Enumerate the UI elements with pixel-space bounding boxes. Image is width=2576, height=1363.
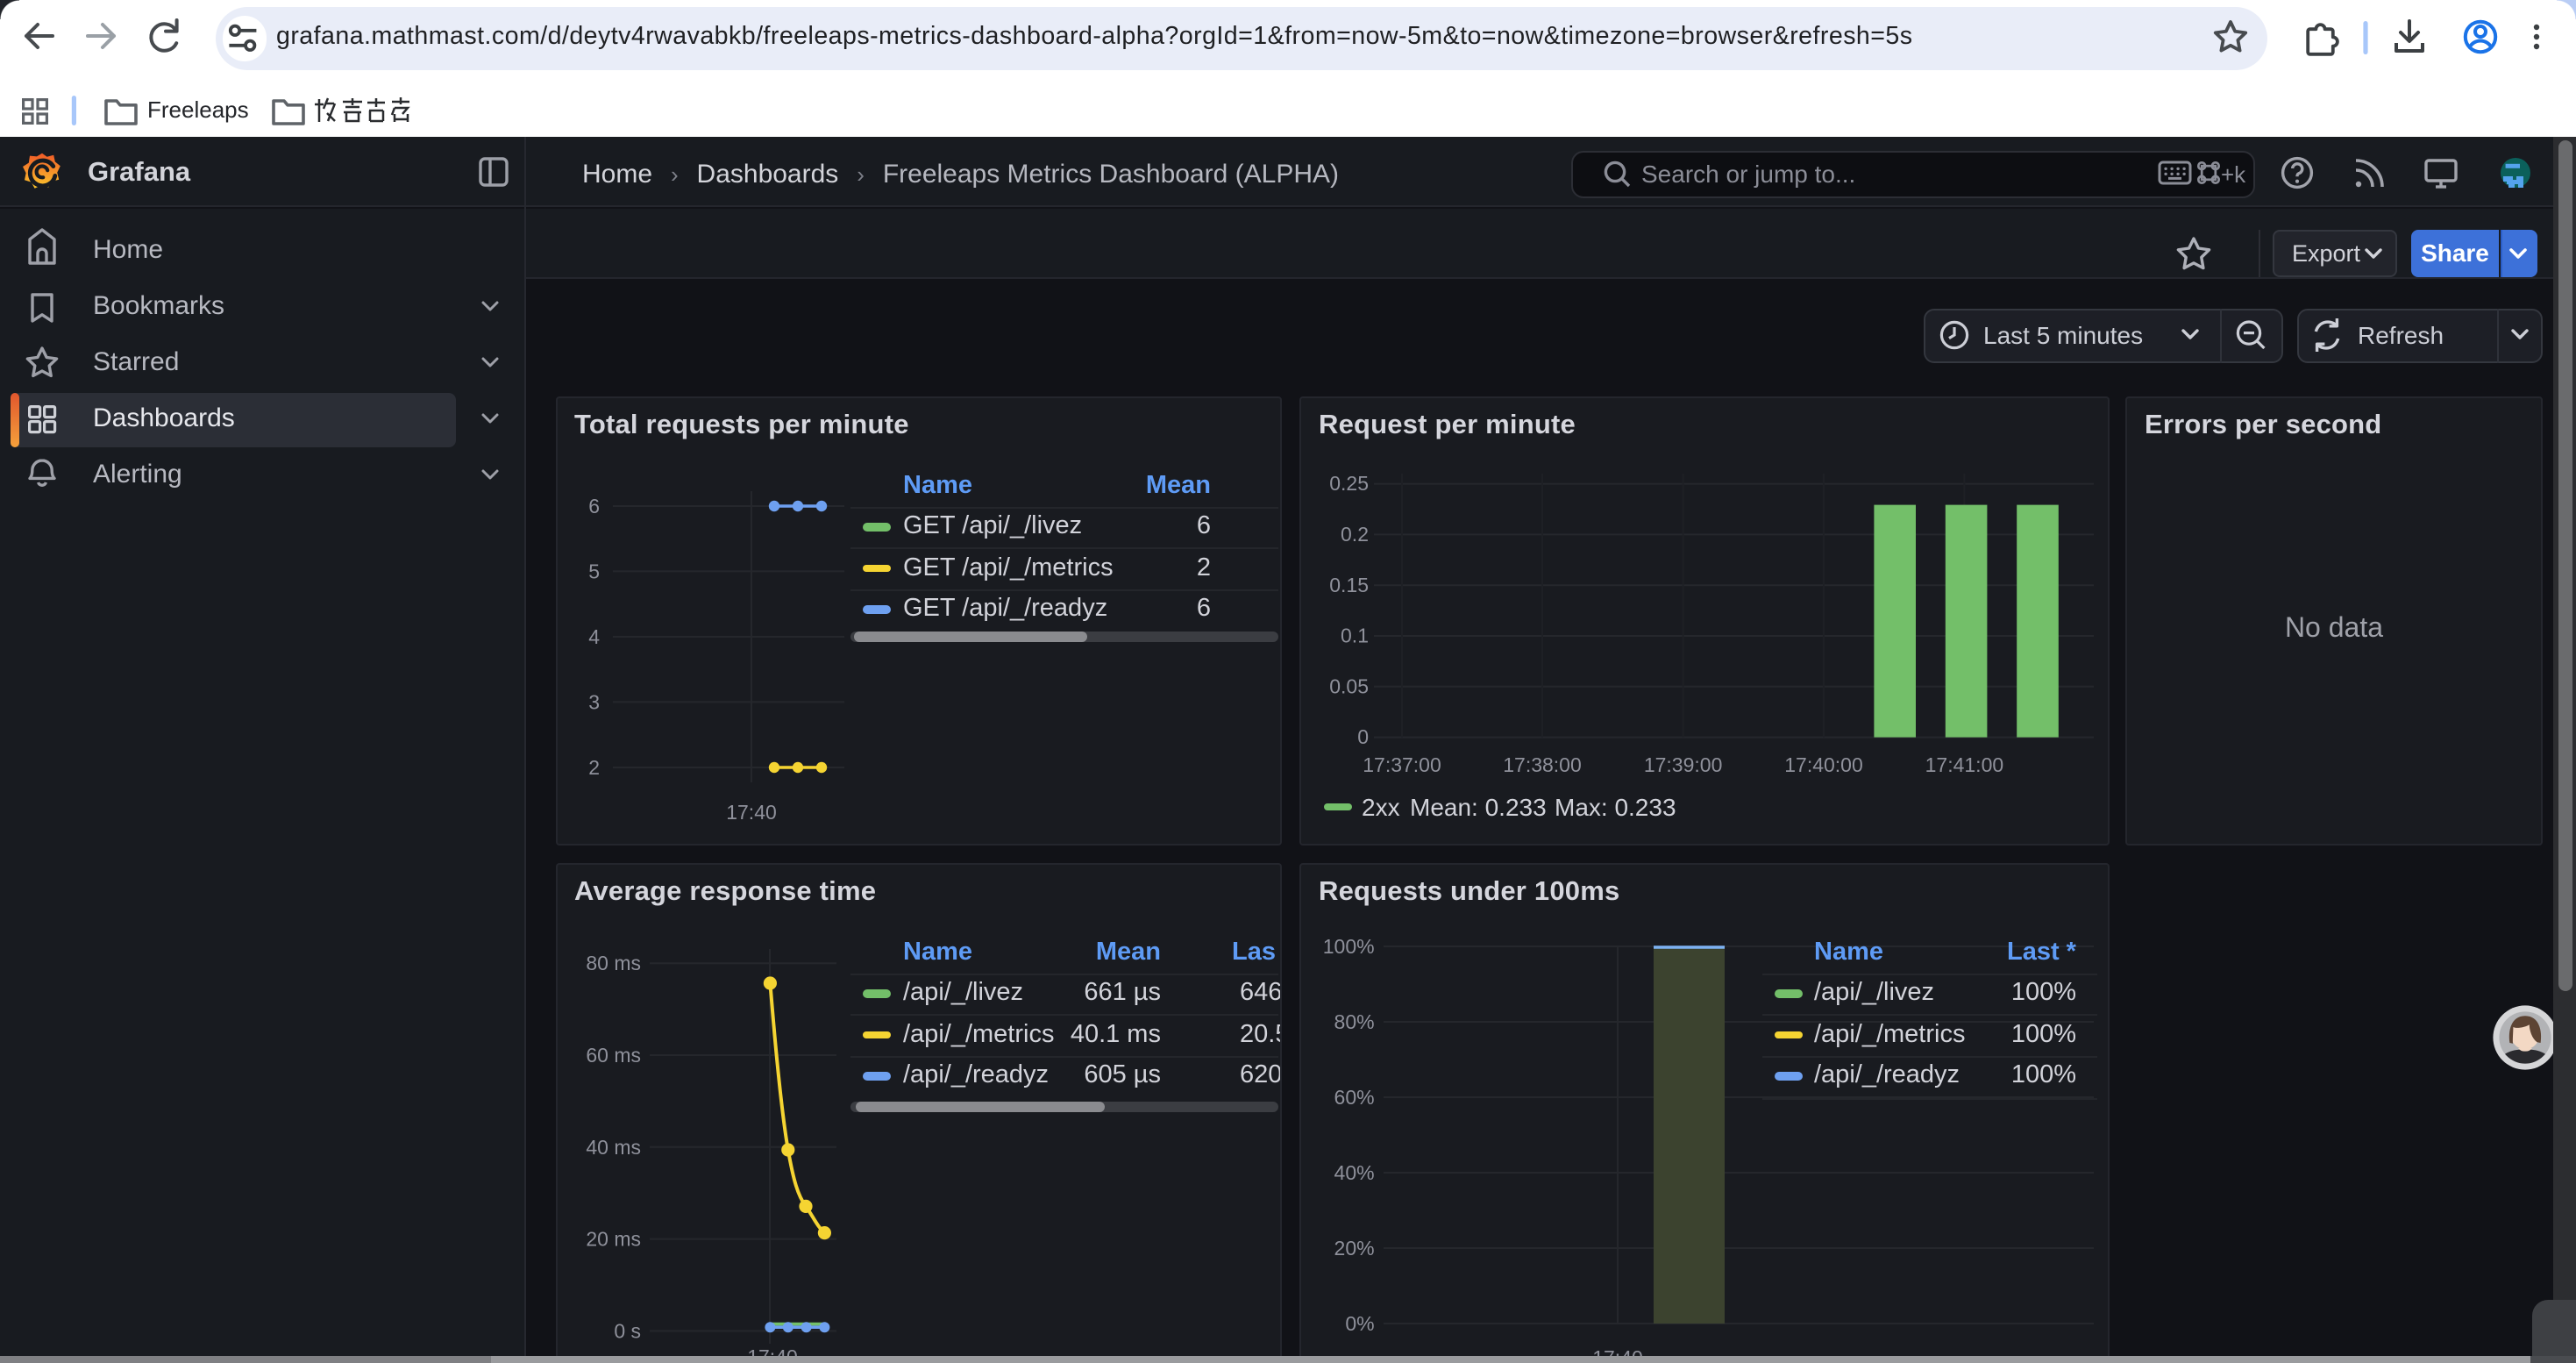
svg-text:100%: 100% [1323,934,1375,957]
svg-text:20%: 20% [1334,1236,1375,1259]
svg-text:0.2: 0.2 [1341,522,1369,545]
svg-text:40%: 40% [1334,1160,1375,1183]
svg-text:17:41:00: 17:41:00 [1925,753,2004,775]
svg-text:3: 3 [587,689,599,712]
svg-text:17:39:00: 17:39:00 [1644,753,1723,775]
svg-text:17:38:00: 17:38:00 [1503,753,1582,775]
svg-text:5: 5 [587,559,599,582]
svg-text:80 ms: 80 ms [585,951,640,974]
svg-text:0: 0 [1357,724,1369,747]
svg-text:20 ms: 20 ms [585,1227,640,1250]
svg-text:0.25: 0.25 [1329,471,1369,494]
svg-text:60%: 60% [1334,1085,1375,1108]
svg-text:0 s: 0 s [613,1319,640,1342]
svg-text:17:40: 17:40 [725,800,776,823]
svg-text:17:40:00: 17:40:00 [1784,753,1863,775]
svg-text:0%: 0% [1345,1311,1374,1334]
svg-text:6: 6 [587,494,599,517]
svg-text:4: 4 [587,624,599,647]
svg-text:40 ms: 40 ms [585,1135,640,1158]
svg-text:2: 2 [587,755,599,778]
svg-text:0.05: 0.05 [1329,674,1369,696]
svg-text:80%: 80% [1334,1010,1375,1032]
svg-text:0.1: 0.1 [1341,624,1369,646]
svg-text:17:37:00: 17:37:00 [1363,753,1441,775]
svg-text:0.15: 0.15 [1329,573,1369,596]
svg-text:60 ms: 60 ms [585,1043,640,1066]
